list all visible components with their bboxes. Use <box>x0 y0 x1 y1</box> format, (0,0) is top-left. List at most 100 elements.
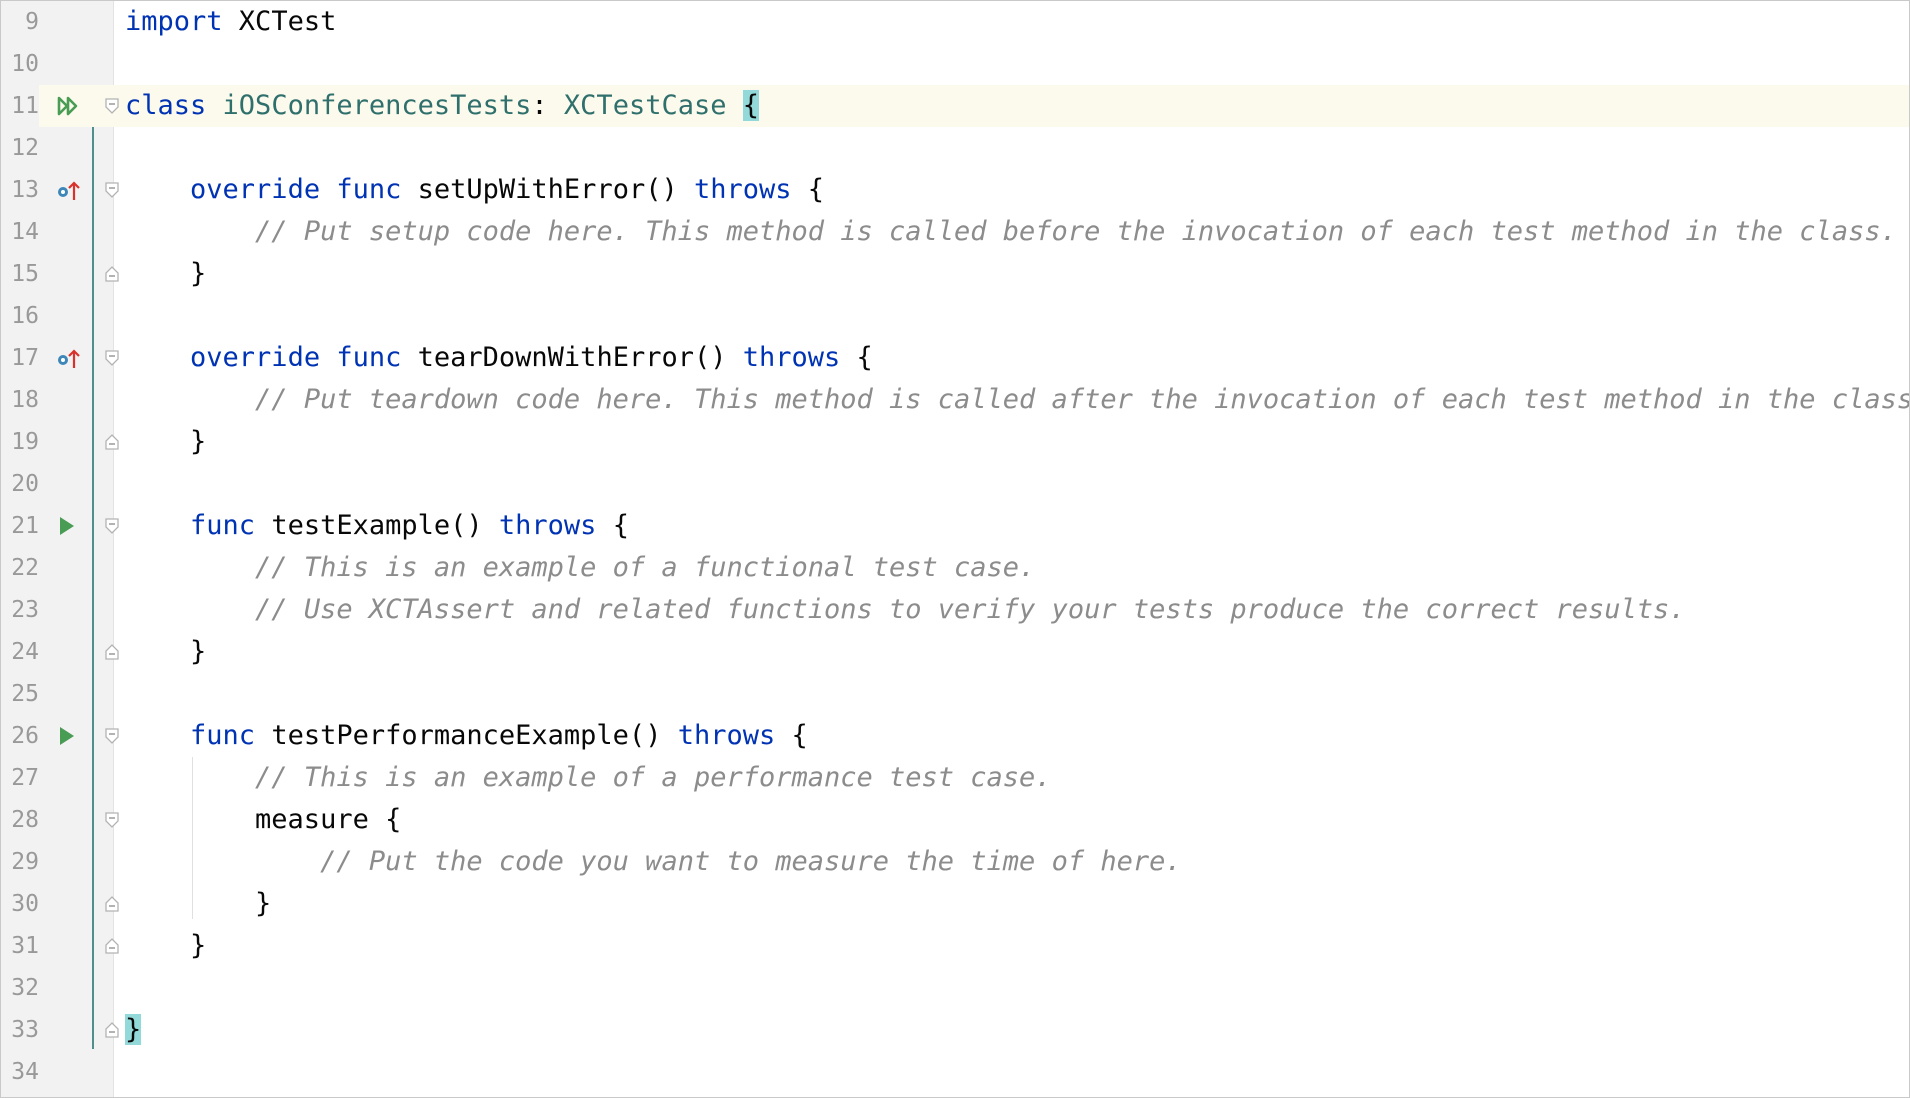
code-text[interactable]: } <box>125 631 206 673</box>
code-line[interactable]: 12 <box>1 127 1909 169</box>
keyword-token: class <box>125 90 207 121</box>
code-token: measure { <box>125 804 402 835</box>
line-number: 14 <box>11 219 39 245</box>
comment-token: // Put the code you want to measure the … <box>320 846 1182 877</box>
fold-end-icon[interactable] <box>104 1022 120 1038</box>
keyword-token: func <box>190 720 256 751</box>
code-line[interactable]: 32 <box>1 967 1909 1009</box>
code-text[interactable]: measure { <box>125 799 401 841</box>
code-text[interactable]: import XCTest <box>125 1 336 43</box>
matched-brace: { <box>742 90 760 121</box>
code-token: setUpWithError() <box>401 174 694 205</box>
code-token: : <box>531 90 564 121</box>
run-all-tests-icon[interactable] <box>53 85 87 127</box>
code-text[interactable]: func testExample() throws { <box>125 505 629 547</box>
code-line[interactable]: 18 // Put teardown code here. This metho… <box>1 379 1909 421</box>
code-line[interactable]: 10 <box>1 43 1909 85</box>
code-text[interactable]: override func tearDownWithError() throws… <box>125 337 873 379</box>
code-text[interactable]: // Put teardown code here. This method i… <box>125 379 1909 421</box>
code-line[interactable]: 26 func testPerformanceExample() throws … <box>1 715 1909 757</box>
code-line[interactable]: 28 measure { <box>1 799 1909 841</box>
keyword-token: func <box>190 510 256 541</box>
line-number: 17 <box>11 345 39 371</box>
code-line[interactable]: 19 } <box>1 421 1909 463</box>
code-text[interactable]: } <box>125 925 206 967</box>
type-token: iOSConferencesTests <box>222 90 532 121</box>
fold-end-icon[interactable] <box>104 644 120 660</box>
override-method-icon[interactable] <box>53 169 87 211</box>
code-line[interactable]: 25 <box>1 673 1909 715</box>
code-line[interactable]: 13 override func setUpWithError() throws… <box>1 169 1909 211</box>
code-text[interactable]: // This is an example of a functional te… <box>125 547 1035 589</box>
line-number: 13 <box>11 177 39 203</box>
code-line[interactable]: 23 // Use XCTAssert and related function… <box>1 589 1909 631</box>
code-text[interactable]: override func setUpWithError() throws { <box>125 169 824 211</box>
line-number: 23 <box>11 597 39 623</box>
code-text[interactable]: // Put setup code here. This method is c… <box>125 211 1897 253</box>
run-test-icon[interactable] <box>53 715 87 757</box>
code-line[interactable]: 16 <box>1 295 1909 337</box>
code-text[interactable]: func testPerformanceExample() throws { <box>125 715 808 757</box>
code-text[interactable]: } <box>125 421 206 463</box>
fold-marker-icon[interactable] <box>104 98 120 114</box>
code-line[interactable]: 14 // Put setup code here. This method i… <box>1 211 1909 253</box>
code-text[interactable]: } <box>125 883 271 925</box>
fold-marker-icon[interactable] <box>104 182 120 198</box>
line-number: 29 <box>11 849 39 875</box>
code-token: } <box>125 888 272 919</box>
code-text[interactable]: // Put the code you want to measure the … <box>125 841 1182 883</box>
line-number: 24 <box>11 639 39 665</box>
code-text[interactable]: } <box>125 1009 142 1051</box>
code-line[interactable]: 24 } <box>1 631 1909 673</box>
keyword-token: func <box>336 342 402 373</box>
matched-brace: } <box>125 1014 142 1045</box>
code-text[interactable]: } <box>125 253 206 295</box>
code-line[interactable]: 17 override func tearDownWithError() thr… <box>1 337 1909 379</box>
line-number: 20 <box>11 471 39 497</box>
fold-marker-icon[interactable] <box>104 728 120 744</box>
code-line[interactable]: 31 } <box>1 925 1909 967</box>
fold-marker-icon[interactable] <box>104 350 120 366</box>
keyword-token: override <box>190 342 321 373</box>
code-line[interactable]: 22 // This is an example of a functional… <box>1 547 1909 589</box>
override-method-icon[interactable] <box>53 337 87 379</box>
line-number: 10 <box>11 51 39 77</box>
line-number: 11 <box>1 85 39 127</box>
code-editor[interactable]: 9 import XCTest 10 11 class iOSConferenc… <box>0 0 1910 1098</box>
line-number: 9 <box>25 9 39 35</box>
line-number: 12 <box>11 135 39 161</box>
fold-end-icon[interactable] <box>104 938 120 954</box>
code-line[interactable]: 27 // This is an example of a performanc… <box>1 757 1909 799</box>
code-line[interactable]: 21 func testExample() throws { <box>1 505 1909 547</box>
run-test-icon[interactable] <box>53 505 87 547</box>
code-line[interactable]: 30 } <box>1 883 1909 925</box>
comment-token: // This is an example of a performance t… <box>255 762 1052 793</box>
comment-token: // Use XCTAssert and related functions t… <box>255 594 1686 625</box>
code-line[interactable]: 9 import XCTest <box>1 1 1909 43</box>
fold-end-icon[interactable] <box>104 896 120 912</box>
code-line-current[interactable]: 11 class iOSConferencesTests: XCTestCase… <box>1 85 1909 127</box>
code-line[interactable]: 20 <box>1 463 1909 505</box>
code-token: } <box>125 636 207 667</box>
code-line[interactable]: 34 <box>1 1051 1909 1093</box>
line-number: 32 <box>11 975 39 1001</box>
code-line[interactable]: 29 // Put the code you want to measure t… <box>1 841 1909 883</box>
fold-end-icon[interactable] <box>104 434 120 450</box>
fold-end-icon[interactable] <box>104 266 120 282</box>
code-line[interactable]: 15 } <box>1 253 1909 295</box>
code-text[interactable]: // This is an example of a performance t… <box>125 757 1052 799</box>
code-text[interactable]: class iOSConferencesTests: XCTestCase { <box>125 85 760 127</box>
fold-marker-icon[interactable] <box>104 518 120 534</box>
fold-marker-icon[interactable] <box>104 812 120 828</box>
code-text[interactable]: // Use XCTAssert and related functions t… <box>125 589 1686 631</box>
keyword-token: throws <box>677 720 776 751</box>
comment-token: // Put setup code here. This method is c… <box>255 216 1897 247</box>
line-number: 21 <box>11 513 39 539</box>
code-line[interactable]: 33 } <box>1 1009 1909 1051</box>
